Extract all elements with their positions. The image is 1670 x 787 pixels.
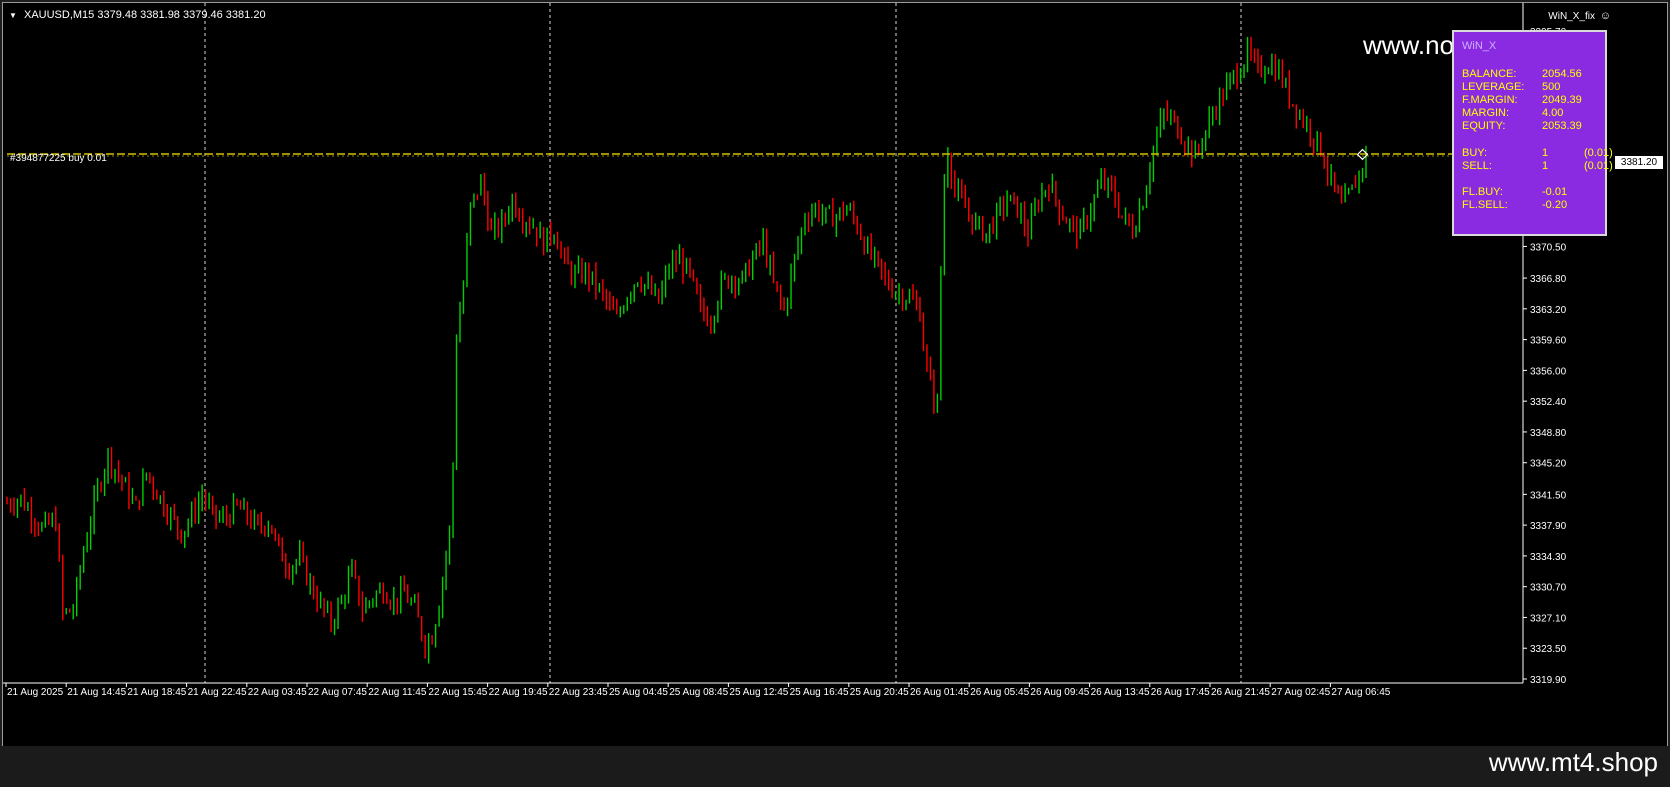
panel-title: WiN_X — [1462, 40, 1497, 52]
leverage-label: LEVERAGE: — [1462, 81, 1525, 93]
time-axis-label: 22 Aug 19:45 — [489, 687, 548, 698]
price-axis-label: 3356.00 — [1530, 366, 1567, 377]
time-axis-label: 22 Aug 03:45 — [248, 687, 307, 698]
watermark-bottom: www.mt4.shop — [1488, 747, 1658, 777]
time-axis-label: 26 Aug 21:45 — [1211, 687, 1270, 698]
free-margin-label: F.MARGIN: — [1462, 94, 1518, 106]
time-axis-label: 27 Aug 02:45 — [1271, 687, 1330, 698]
equity-label: EQUITY: — [1462, 120, 1506, 132]
time-axis-label: 22 Aug 15:45 — [428, 687, 487, 698]
expert-advisor-label[interactable]: WiN_X_fix ☺ — [1548, 10, 1611, 22]
time-axis-label: 26 Aug 05:45 — [970, 687, 1029, 698]
price-axis-label: 3359.60 — [1530, 336, 1567, 347]
time-axis-label: 22 Aug 23:45 — [549, 687, 608, 698]
price-axis-label: 3337.90 — [1530, 521, 1567, 532]
symbol-timeframe: XAUUSD,M15 — [23, 9, 95, 21]
floating-buy-value: -0.01 — [1542, 186, 1568, 198]
time-axis-label: 25 Aug 12:45 — [729, 687, 788, 698]
price-axis-label: 3352.40 — [1530, 397, 1567, 408]
chart-symbol-header: ▼ XAUUSD,M15 3379.48 3381.98 3379.46 338… — [9, 9, 266, 21]
account-info-panel: WiN_X BALANCE: 2054.56 LEVERAGE: 500 F.M… — [1452, 30, 1613, 236]
buy-count: 1 — [1542, 147, 1549, 159]
margin-value: 4.00 — [1542, 107, 1564, 119]
leverage-value: 500 — [1542, 81, 1561, 93]
status-bar — [0, 746, 1670, 787]
price-axis-label: 3334.30 — [1530, 552, 1567, 563]
time-axis-label: 21 Aug 2025 — [7, 687, 64, 698]
price-axis-label: 3327.10 — [1530, 613, 1567, 624]
ea-name: WiN_X_fix — [1548, 11, 1595, 22]
time-axis-label: 21 Aug 14:45 — [67, 687, 126, 698]
price-axis-label: 3330.70 — [1530, 583, 1567, 594]
sell-lots: (0.01) — [1584, 160, 1613, 172]
time-axis-label: 25 Aug 04:45 — [609, 687, 668, 698]
time-axis-label: 25 Aug 16:45 — [790, 687, 849, 698]
time-axis-label: 22 Aug 07:45 — [308, 687, 367, 698]
price-axis-label: 3341.50 — [1530, 490, 1567, 501]
buy-lots: (0.01) — [1584, 147, 1613, 159]
time-axis-label: 26 Aug 09:45 — [1030, 687, 1089, 698]
price-axis-label: 3345.20 — [1530, 459, 1567, 470]
floating-sell-label: FL.SELL: — [1462, 199, 1508, 211]
mt4-terminal-window: 3395.703392.103388.503384.903377.603374.… — [0, 0, 1670, 787]
time-axis-label: 26 Aug 01:45 — [910, 687, 969, 698]
time-axis-label: 26 Aug 17:45 — [1151, 687, 1210, 698]
candlestick-chart-canvas[interactable]: 3395.703392.103388.503384.903377.603374.… — [3, 3, 1667, 747]
price-axis-label: 3366.80 — [1530, 274, 1567, 285]
time-axis-label: 26 Aug 13:45 — [1091, 687, 1150, 698]
smiley-icon: ☺ — [1599, 10, 1611, 22]
ohlc-values: 3379.48 3381.98 3379.46 3381.20 — [97, 9, 266, 21]
time-axis-label: 21 Aug 22:45 — [188, 687, 247, 698]
balance-value: 2054.56 — [1542, 68, 1582, 80]
floating-sell-value: -0.20 — [1542, 199, 1568, 211]
price-axis-label: 3319.90 — [1530, 675, 1567, 686]
price-axis-label: 3348.80 — [1530, 428, 1567, 439]
time-axis-label: 22 Aug 11:45 — [368, 687, 427, 698]
price-axis-label: 3363.20 — [1530, 305, 1567, 316]
dropdown-triangle-icon[interactable]: ▼ — [9, 11, 17, 20]
order-line-label[interactable]: #394877225 buy 0.01 — [10, 153, 107, 164]
price-axis-label: 3323.50 — [1530, 644, 1567, 655]
equity-value: 2053.39 — [1542, 120, 1582, 132]
margin-label: MARGIN: — [1462, 107, 1510, 119]
sell-count: 1 — [1542, 160, 1549, 172]
price-chart[interactable]: 3395.703392.103388.503384.903377.603374.… — [2, 2, 1668, 748]
time-axis-label: 25 Aug 08:45 — [669, 687, 728, 698]
time-axis-label: 27 Aug 06:45 — [1331, 687, 1390, 698]
free-margin-value: 2049.39 — [1542, 94, 1582, 106]
price-axis-label: 3370.50 — [1530, 242, 1567, 253]
time-axis-label: 21 Aug 18:45 — [127, 687, 186, 698]
balance-label: BALANCE: — [1462, 68, 1517, 80]
buy-label: BUY: — [1462, 147, 1488, 159]
time-axis-label: 25 Aug 20:45 — [850, 687, 909, 698]
current-price-tag: 3381.20 — [1615, 156, 1663, 169]
sell-label: SELL: — [1462, 160, 1492, 172]
floating-buy-label: FL.BUY: — [1462, 186, 1503, 198]
